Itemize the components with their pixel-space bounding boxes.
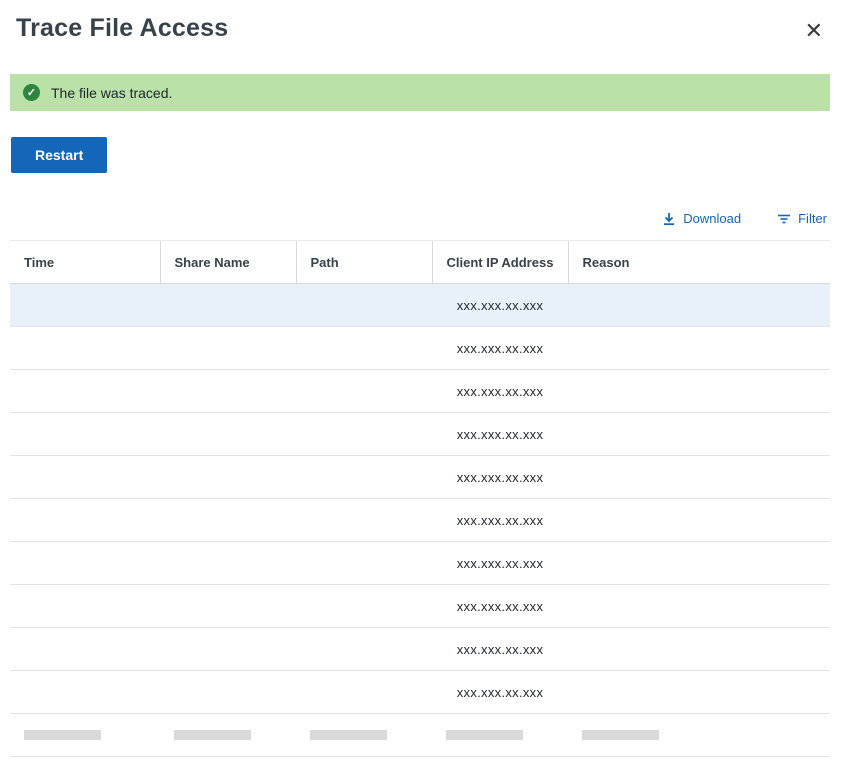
cell-path xyxy=(296,327,432,370)
cell-path xyxy=(296,499,432,542)
cell-client-ip: xxx.xxx.xx.xxx xyxy=(432,284,568,327)
loading-body xyxy=(10,714,830,757)
trace-results-table: Time Share Name Path Client IP Address R… xyxy=(10,240,830,757)
loading-cell-reason xyxy=(568,714,830,757)
download-label: Download xyxy=(683,211,741,226)
cell-client-ip: xxx.xxx.xx.xxx xyxy=(432,413,568,456)
page-title: Trace File Access xyxy=(16,14,228,43)
table-body: xxx.xxx.xx.xxx xxx.xxx.xx.xxx xxx.xxx.xx… xyxy=(10,284,830,714)
check-circle-icon: ✓ xyxy=(23,84,40,101)
column-header-reason: Reason xyxy=(568,241,830,284)
cell-reason xyxy=(568,327,830,370)
cell-client-ip: xxx.xxx.xx.xxx xyxy=(432,585,568,628)
restart-button[interactable]: Restart xyxy=(11,137,107,173)
cell-share-name xyxy=(160,413,296,456)
filter-button[interactable]: Filter xyxy=(777,211,827,226)
cell-time xyxy=(10,327,160,370)
table-row[interactable]: xxx.xxx.xx.xxx xyxy=(10,456,830,499)
cell-path xyxy=(296,370,432,413)
table-toolbar: Download Filter xyxy=(0,211,827,226)
cell-path xyxy=(296,542,432,585)
cell-reason xyxy=(568,284,830,327)
skeleton-bar xyxy=(582,730,659,740)
loading-cell-share-name xyxy=(160,714,296,757)
cell-share-name xyxy=(160,284,296,327)
table-header: Time Share Name Path Client IP Address R… xyxy=(10,241,830,284)
dialog-header: Trace File Access ✕ xyxy=(0,0,845,48)
cell-share-name xyxy=(160,542,296,585)
cell-client-ip: xxx.xxx.xx.xxx xyxy=(432,671,568,714)
table-row[interactable]: xxx.xxx.xx.xxx xyxy=(10,671,830,714)
success-banner: ✓ The file was traced. xyxy=(10,74,830,111)
cell-share-name xyxy=(160,456,296,499)
cell-reason xyxy=(568,542,830,585)
loading-cell-client-ip xyxy=(432,714,568,757)
cell-time xyxy=(10,370,160,413)
cell-reason xyxy=(568,585,830,628)
cell-reason xyxy=(568,671,830,714)
cell-client-ip: xxx.xxx.xx.xxx xyxy=(432,327,568,370)
download-icon xyxy=(662,212,676,226)
cell-share-name xyxy=(160,499,296,542)
cell-reason xyxy=(568,456,830,499)
cell-time xyxy=(10,499,160,542)
cell-path xyxy=(296,413,432,456)
cell-share-name xyxy=(160,370,296,413)
cell-time xyxy=(10,456,160,499)
cell-time xyxy=(10,585,160,628)
cell-time xyxy=(10,628,160,671)
cell-path xyxy=(296,671,432,714)
cell-share-name xyxy=(160,585,296,628)
loading-row xyxy=(10,714,830,757)
cell-client-ip: xxx.xxx.xx.xxx xyxy=(432,456,568,499)
cell-reason xyxy=(568,413,830,456)
cell-client-ip: xxx.xxx.xx.xxx xyxy=(432,542,568,585)
table-row[interactable]: xxx.xxx.xx.xxx xyxy=(10,585,830,628)
cell-path xyxy=(296,585,432,628)
skeleton-bar xyxy=(310,730,387,740)
filter-label: Filter xyxy=(798,211,827,226)
loading-cell-path xyxy=(296,714,432,757)
close-icon[interactable]: ✕ xyxy=(803,14,825,48)
cell-time xyxy=(10,284,160,327)
column-header-client-ip: Client IP Address xyxy=(432,241,568,284)
download-button[interactable]: Download xyxy=(662,211,741,226)
table-row[interactable]: xxx.xxx.xx.xxx xyxy=(10,413,830,456)
column-header-time: Time xyxy=(10,241,160,284)
cell-share-name xyxy=(160,327,296,370)
table-row[interactable]: xxx.xxx.xx.xxx xyxy=(10,542,830,585)
cell-reason xyxy=(568,370,830,413)
skeleton-bar xyxy=(24,730,101,740)
column-header-path: Path xyxy=(296,241,432,284)
cell-client-ip: xxx.xxx.xx.xxx xyxy=(432,628,568,671)
cell-time xyxy=(10,671,160,714)
cell-path xyxy=(296,456,432,499)
table-row[interactable]: xxx.xxx.xx.xxx xyxy=(10,284,830,327)
table-row[interactable]: xxx.xxx.xx.xxx xyxy=(10,370,830,413)
cell-path xyxy=(296,284,432,327)
table-row[interactable]: xxx.xxx.xx.xxx xyxy=(10,499,830,542)
cell-time xyxy=(10,542,160,585)
table-row[interactable]: xxx.xxx.xx.xxx xyxy=(10,628,830,671)
banner-message: The file was traced. xyxy=(51,85,172,101)
column-header-share-name: Share Name xyxy=(160,241,296,284)
filter-icon xyxy=(777,213,791,225)
cell-client-ip: xxx.xxx.xx.xxx xyxy=(432,499,568,542)
skeleton-bar xyxy=(174,730,251,740)
skeleton-bar xyxy=(446,730,523,740)
cell-share-name xyxy=(160,671,296,714)
cell-time xyxy=(10,413,160,456)
cell-reason xyxy=(568,499,830,542)
cell-reason xyxy=(568,628,830,671)
table-row[interactable]: xxx.xxx.xx.xxx xyxy=(10,327,830,370)
cell-client-ip: xxx.xxx.xx.xxx xyxy=(432,370,568,413)
cell-path xyxy=(296,628,432,671)
cell-share-name xyxy=(160,628,296,671)
loading-cell-time xyxy=(10,714,160,757)
